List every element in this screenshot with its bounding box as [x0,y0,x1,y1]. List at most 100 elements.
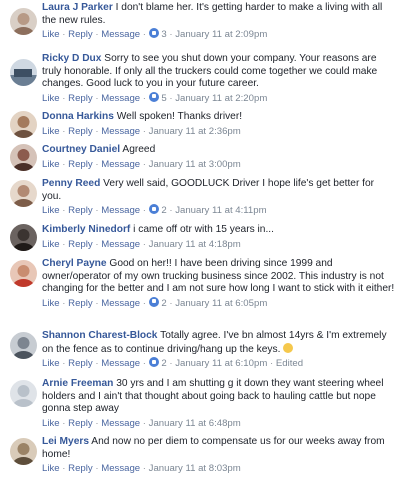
like-reaction-icon[interactable] [148,204,159,215]
reply-link[interactable]: Reply [68,93,93,104]
comment-text: Agreed [122,144,156,155]
reply-link[interactable]: Reply [68,358,93,369]
comment: Shannon Charest-Block Totally agree. I'v… [0,330,400,374]
author-name[interactable]: Lei Myers [42,436,89,447]
avatar[interactable] [10,144,37,171]
avatar[interactable] [10,332,37,359]
timestamp[interactable]: January 11 at 2:09pm [175,29,267,40]
timestamp[interactable]: January 11 at 3:00pm [149,159,241,170]
timestamp[interactable]: January 11 at 2:20pm [175,93,267,104]
comment: Kimberly Ninedorf i came off otr with 15… [0,224,400,256]
like-link[interactable]: Like [42,29,60,40]
like-link[interactable]: Like [42,463,60,474]
comment: Cheryl Payne Good on her!! I have been d… [0,258,400,326]
author-name[interactable]: Shannon Charest-Block [42,330,157,341]
timestamp[interactable]: January 11 at 6:48pm [149,418,241,429]
message-link[interactable]: Message [101,239,140,250]
author-name[interactable]: Penny Reed [42,178,100,189]
message-link[interactable]: Message [101,298,140,309]
message-link[interactable]: Message [101,93,140,104]
reply-link[interactable]: Reply [68,159,93,170]
reply-link[interactable]: Reply [68,418,93,429]
comment-body: Arnie Freeman 30 yrs and I am shutting g… [42,378,396,430]
emoji-icon [283,342,294,353]
message-link[interactable]: Message [101,358,140,369]
like-reaction-icon[interactable] [148,296,159,307]
comment: Courtney Daniel Agreed Like · Reply · Me… [0,144,400,176]
author-name[interactable]: Laura J Parker [42,2,113,13]
avatar[interactable] [10,224,37,251]
timestamp[interactable]: January 11 at 2:36pm [149,126,241,137]
message-link[interactable]: Message [101,126,140,137]
comment-body: Ricky D Dux Sorry to see you shut down y… [42,53,396,105]
message-link[interactable]: Message [101,29,140,40]
comment: Donna Harkins Well spoken! Thanks driver… [0,111,400,143]
comment-body: Shannon Charest-Block Totally agree. I'v… [42,330,396,370]
message-link[interactable]: Message [101,463,140,474]
comment-actions: Like · Reply · Message · January 11 at 6… [42,417,241,429]
like-link[interactable]: Like [42,159,60,170]
like-link[interactable]: Like [42,358,60,369]
timestamp[interactable]: January 11 at 8:03pm [149,463,241,474]
author-name[interactable]: Donna Harkins [42,111,114,122]
like-link[interactable]: Like [42,298,60,309]
comment-body: Kimberly Ninedorf i came off otr with 15… [42,224,396,251]
comment-body: Donna Harkins Well spoken! Thanks driver… [42,111,396,138]
comment: Penny Reed Very well said, GOODLUCK Driv… [0,178,400,222]
reply-link[interactable]: Reply [68,205,93,216]
comment: Arnie Freeman 30 yrs and I am shutting g… [0,378,400,434]
comment-body: Cheryl Payne Good on her!! I have been d… [42,258,396,310]
reply-link[interactable]: Reply [68,463,93,474]
comment-body: Laura J Parker I don't blame her. It's g… [42,2,396,41]
comment-actions: Like · Reply · Message · January 11 at 4… [42,238,241,250]
like-reaction-icon[interactable] [148,28,159,39]
comment: Laura J Parker I don't blame her. It's g… [0,2,400,48]
like-link[interactable]: Like [42,418,60,429]
author-name[interactable]: Courtney Daniel [42,144,120,155]
avatar[interactable] [10,260,37,287]
reply-link[interactable]: Reply [68,298,93,309]
timestamp[interactable]: January 11 at 4:11pm [175,205,266,216]
like-link[interactable]: Like [42,126,60,137]
comment-body: Penny Reed Very well said, GOODLUCK Driv… [42,178,396,217]
comment-actions: Like · Reply · Message · 3 · January 11 … [42,28,268,41]
reply-link[interactable]: Reply [68,29,93,40]
author-name[interactable]: Ricky D Dux [42,53,101,64]
message-link[interactable]: Message [101,159,140,170]
avatar[interactable] [10,8,37,35]
timestamp[interactable]: January 11 at 6:10pm [175,358,267,369]
comment-actions: Like · Reply · Message · January 11 at 3… [42,158,241,170]
like-link[interactable]: Like [42,205,60,216]
avatar[interactable] [10,111,37,138]
comment-text: i came off otr with 15 years in... [133,224,274,235]
like-reaction-icon[interactable] [148,357,159,368]
author-name[interactable]: Kimberly Ninedorf [42,224,130,235]
message-link[interactable]: Message [101,418,140,429]
edited-label[interactable]: Edited [276,358,303,369]
reply-link[interactable]: Reply [68,126,93,137]
avatar[interactable] [10,438,37,465]
like-reaction-icon[interactable] [148,91,159,102]
author-name[interactable]: Cheryl Payne [42,258,107,269]
comment-actions: Like · Reply · Message · 2 · January 11 … [42,296,268,309]
avatar[interactable] [10,180,37,207]
avatar[interactable] [10,59,37,86]
author-name[interactable]: Arnie Freeman [42,378,113,389]
comment-text: Well spoken! Thanks driver! [116,111,243,122]
like-link[interactable]: Like [42,93,60,104]
avatar[interactable] [10,380,37,407]
like-link[interactable]: Like [42,239,60,250]
comment-body: Courtney Daniel Agreed Like · Reply · Me… [42,144,396,171]
timestamp[interactable]: January 11 at 6:05pm [175,298,267,309]
message-link[interactable]: Message [101,205,140,216]
comment: Lei Myers And now no per diem to compens… [0,436,400,478]
comment-actions: Like · Reply · Message · 2 · January 11 … [42,204,267,217]
comment: Ricky D Dux Sorry to see you shut down y… [0,53,400,111]
comment-actions: Like · Reply · Message · January 11 at 2… [42,125,241,137]
reply-link[interactable]: Reply [68,239,93,250]
comment-actions: Like · Reply · Message · 5 · January 11 … [42,91,268,104]
comment-feed: Laura J Parker I don't blame her. It's g… [0,0,400,478]
timestamp[interactable]: January 11 at 4:18pm [149,239,241,250]
comment-actions: Like · Reply · Message · January 11 at 8… [42,463,241,475]
comment-text: And now no per diem to compensate us for… [42,436,385,460]
